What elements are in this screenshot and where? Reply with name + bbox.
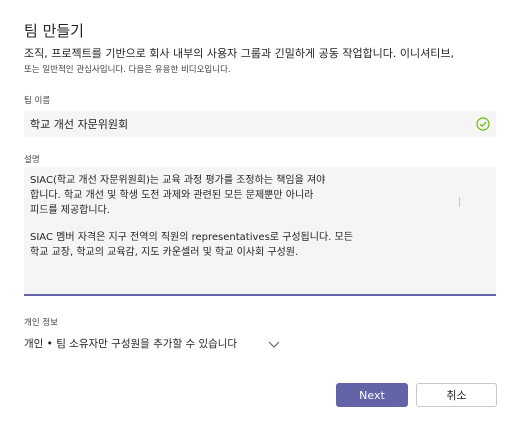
description-line-1: 조직, 프로젝트를 기반으로 회사 내부의 사용자 그룹과 긴밀하게 공동 작업… <box>24 47 455 60</box>
team-name-field[interactable] <box>24 111 496 137</box>
team-name-input[interactable] <box>24 111 470 137</box>
next-button[interactable]: Next <box>336 383 408 407</box>
description-paragraph-1: SIAC(학교 개선 자문위원회)는 교육 과정 평가를 조정하는 책임을 져야… <box>30 175 326 216</box>
dialog-description: 조직, 프로젝트를 기반으로 회사 내부의 사용자 그룹과 긴밀하게 공동 작업… <box>24 46 500 78</box>
privacy-label: 개인 정보 <box>24 318 58 328</box>
description-line-2: 또는 일반적인 관심사입니다. 다음은 유용한 비디오입니다. <box>24 65 231 75</box>
check-circle-icon <box>476 117 490 131</box>
description-paragraph-2: SIAC 멤버 자격은 지구 전역의 직원의 representatives로 … <box>30 232 353 258</box>
dialog-title: 팀 만들기 <box>24 22 84 40</box>
description-textarea[interactable]: SIAC(학교 개선 자문위원회)는 교육 과정 평가를 조정하는 책임을 져야… <box>24 167 496 296</box>
privacy-selected-value: 개인 • 팀 소유자만 구성원을 추가할 수 있습니다 <box>24 338 238 350</box>
description-label: 설명 <box>24 155 40 165</box>
team-name-label: 팀 이름 <box>24 96 51 106</box>
privacy-dropdown[interactable]: 개인 • 팀 소유자만 구성원을 추가할 수 있습니다 <box>24 333 282 355</box>
cancel-button[interactable]: 취소 <box>416 383 497 407</box>
text-cursor-mark <box>459 197 460 207</box>
chevron-down-icon <box>268 341 280 348</box>
